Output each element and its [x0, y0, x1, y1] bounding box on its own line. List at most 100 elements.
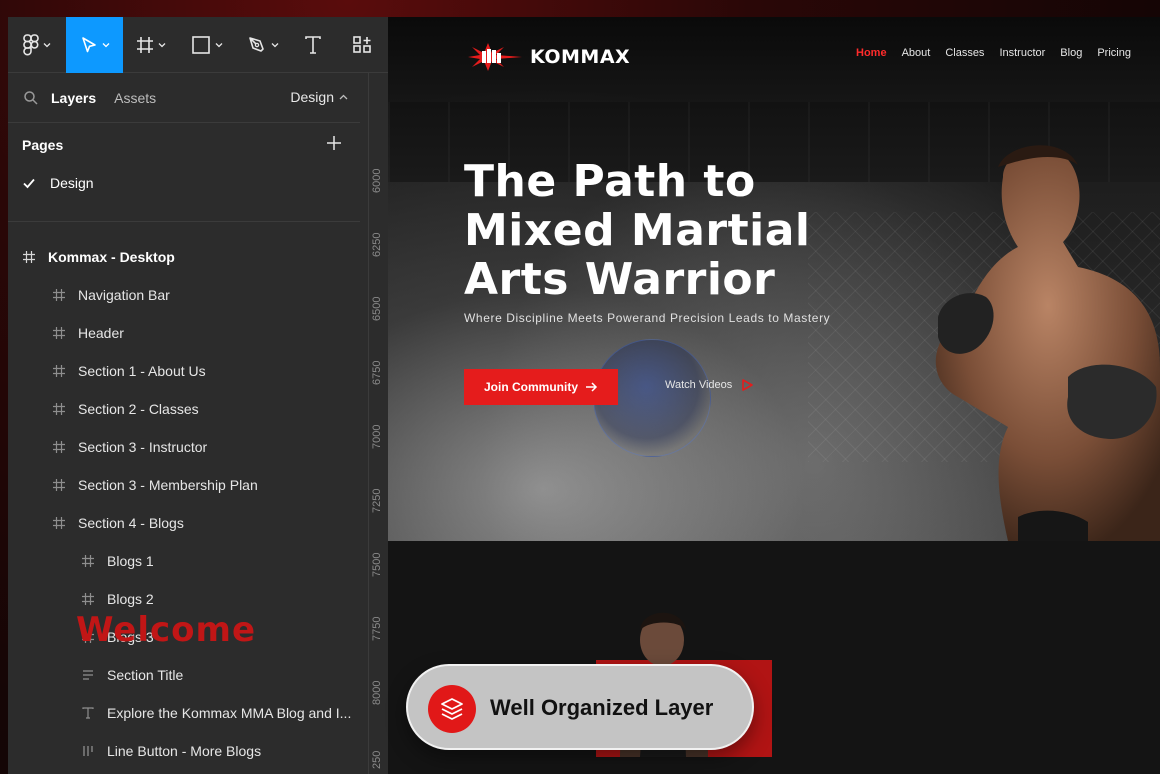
frame-icon — [82, 593, 94, 605]
ruler-label: 8000 — [371, 680, 383, 705]
layer-label: Line Button - More Blogs — [107, 743, 262, 759]
layer-row[interactable]: Blogs 1 — [81, 542, 154, 580]
join-community-label: Join Community — [483, 380, 578, 394]
logo-text: KOMMAX — [530, 46, 631, 68]
chevron-down-icon — [158, 42, 166, 47]
resources-icon — [352, 35, 371, 53]
nav-link-instructor[interactable]: Instructor — [999, 47, 1045, 59]
hero-section: KOMMAX Home About Classes Instructor Blo… — [388, 17, 1160, 541]
pen-icon — [249, 36, 264, 52]
layer-label: Explore the Kommax MMA Blog and I... — [107, 705, 352, 721]
layer-row[interactable]: Section 3 - Instructor — [52, 428, 207, 466]
frame-icon — [53, 365, 65, 377]
frame-icon — [137, 36, 153, 53]
tab-assets[interactable]: Assets — [114, 90, 156, 106]
ruler-label: 6500 — [371, 296, 383, 321]
layer-label: Section 3 - Instructor — [78, 439, 208, 455]
layer-label: Navigation Bar — [78, 287, 170, 303]
hero-title: The Path to Mixed Martial Arts Warrior — [464, 157, 884, 304]
website-preview: KOMMAX Home About Classes Instructor Blo… — [388, 17, 1160, 774]
hero-subtitle: Where Discipline Meets Powerand Precisio… — [464, 311, 831, 325]
nav-link-home[interactable]: Home — [856, 47, 887, 59]
layer-row[interactable]: Line Button - More Blogs — [81, 732, 261, 770]
arrow-right-icon — [586, 382, 598, 392]
figma-toolbar — [8, 16, 388, 73]
ruler-label: 6250 — [371, 232, 383, 257]
nav-links: Home About Classes Instructor Blog Prici… — [856, 47, 1146, 59]
tab-layers[interactable]: Layers — [51, 90, 96, 106]
divider — [8, 221, 360, 222]
chevron-down-icon — [271, 42, 279, 47]
watch-videos-button[interactable]: Watch Videos — [665, 379, 754, 391]
layer-row[interactable]: Section 2 - Classes — [52, 390, 199, 428]
layer-row[interactable]: Section 6 - Footer — [52, 770, 189, 774]
nav-link-about[interactable]: About — [902, 47, 931, 59]
ruler-label: 7000 — [371, 424, 383, 449]
layer-label: Section 1 - About Us — [78, 363, 206, 379]
figma-logo-icon — [23, 33, 39, 55]
text-icon — [82, 707, 94, 719]
checkmark-icon — [23, 178, 35, 189]
text-icon — [305, 35, 321, 54]
panel-tabs: Layers Assets Design — [8, 73, 360, 123]
feature-badge: Well Organized Layer — [406, 664, 754, 750]
logo[interactable]: KOMMAX — [466, 41, 630, 73]
hero-title-line: The Path to — [464, 156, 756, 207]
chevron-down-icon — [43, 42, 51, 47]
layer-label: Section Title — [107, 667, 184, 683]
search-icon[interactable] — [23, 90, 39, 106]
ruler-label: 7750 — [371, 616, 383, 641]
chevron-down-icon — [215, 42, 223, 47]
layer-label: Kommax - Desktop — [48, 249, 175, 265]
join-community-button[interactable]: Join Community — [464, 369, 618, 405]
navigation-bar: KOMMAX Home About Classes Instructor Blo… — [388, 17, 1160, 97]
main-menu-button[interactable] — [8, 17, 66, 73]
layer-row[interactable]: Explore the Kommax MMA Blog and I... — [81, 694, 351, 732]
layer-label: Header — [78, 325, 124, 341]
pages-header: Pages — [22, 135, 342, 157]
ruler-label: 7500 — [371, 552, 383, 577]
welcome-heading: Welcome — [76, 610, 257, 650]
layer-label: Blogs 2 — [107, 591, 154, 607]
layer-row[interactable]: Section 1 - About Us — [52, 352, 206, 390]
chevron-down-icon — [102, 42, 109, 47]
auto-layout-horizontal-icon — [83, 746, 93, 756]
move-tool-button[interactable] — [66, 16, 123, 73]
nav-link-classes[interactable]: Classes — [945, 47, 984, 59]
nav-link-pricing[interactable]: Pricing — [1097, 47, 1131, 59]
page-item-design[interactable]: Design — [22, 175, 94, 191]
plus-icon[interactable] — [326, 135, 342, 151]
frame-icon — [53, 441, 65, 453]
nav-link-blog[interactable]: Blog — [1060, 47, 1082, 59]
pages-title: Pages — [22, 137, 64, 153]
layer-row[interactable]: Section Title — [81, 656, 183, 694]
layer-label: Blogs 1 — [107, 553, 154, 569]
badge-text: Well Organized Layer — [490, 695, 714, 720]
fighter-image — [935, 145, 1160, 541]
layer-row[interactable]: Section 4 - Blogs — [52, 504, 184, 542]
mode-label: Design — [290, 89, 334, 105]
shape-tool-button[interactable] — [179, 17, 235, 73]
mode-dropdown[interactable]: Design — [290, 89, 348, 105]
layer-row[interactable]: Section 3 - Membership Plan — [52, 466, 258, 504]
pen-tool-button[interactable] — [235, 17, 291, 73]
ruler-label: 6750 — [371, 360, 383, 385]
figma-layers-panel: Layers Assets Design Pages Design Kommax… — [8, 16, 396, 774]
text-tool-button[interactable] — [291, 17, 335, 73]
page-label: Design — [50, 175, 94, 191]
watch-videos-label: Watch Videos — [665, 379, 733, 391]
layers-icon — [428, 685, 476, 733]
ruler-label: 250 — [371, 750, 383, 769]
hero-title-line: Arts Warrior — [464, 254, 776, 305]
layer-label: Section 4 - Blogs — [78, 515, 184, 531]
frame-icon — [53, 327, 65, 339]
layer-row[interactable]: Kommax - Desktop — [22, 238, 175, 276]
layer-row[interactable]: Header — [52, 314, 124, 352]
auto-layout-vertical-icon — [83, 670, 93, 680]
frame-tool-button[interactable] — [123, 17, 179, 73]
layer-row[interactable]: Navigation Bar — [52, 276, 170, 314]
frame-icon — [53, 479, 65, 491]
ruler-label: 7250 — [371, 488, 383, 513]
resources-tool-button[interactable] — [335, 17, 388, 73]
kommax-logo-icon — [468, 43, 522, 71]
